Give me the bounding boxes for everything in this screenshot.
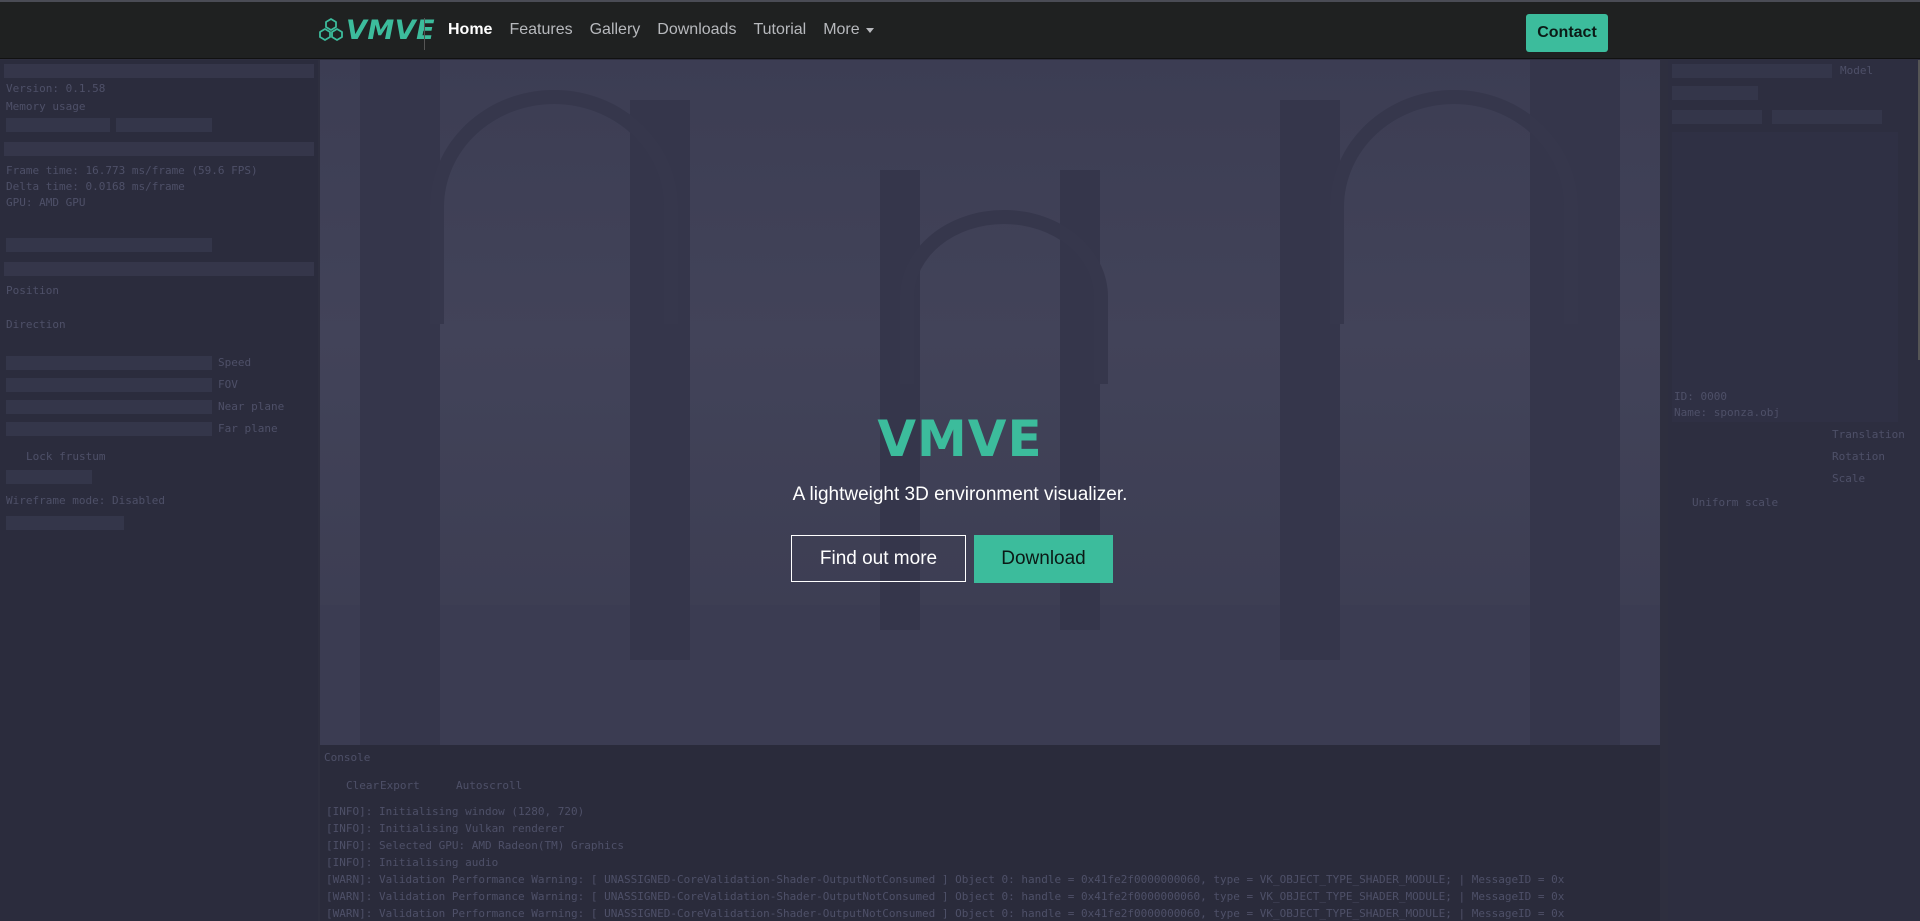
- memory-bar: [6, 118, 110, 132]
- hero-subtitle: A lightweight 3D environment visualizer.: [792, 484, 1128, 505]
- engine-button: [6, 470, 92, 484]
- nav-link-tutorial[interactable]: Tutorial: [753, 21, 806, 39]
- nav-link-gallery[interactable]: Gallery: [590, 21, 641, 39]
- console-clear-button: Clear: [346, 779, 380, 792]
- engine-frametime-text: Frame time: 16.773 ms/frame (59.6 FPS): [6, 164, 258, 177]
- viewport-arch: [900, 210, 1108, 384]
- speed-slider: [6, 356, 212, 370]
- model-id-text: ID: 0000: [1674, 390, 1727, 403]
- engine-button: [1772, 110, 1882, 124]
- find-out-more-button[interactable]: Find out more: [791, 535, 966, 582]
- engine-button: [1672, 110, 1762, 124]
- console-line: [INFO]: Initialising window (1280, 720): [326, 805, 585, 818]
- nav-link-downloads[interactable]: Downloads: [657, 21, 736, 39]
- engine-memory-text: Memory usage: [6, 100, 86, 113]
- cubes-icon: [319, 18, 343, 41]
- engine-version-text: Version: 0.1.58: [6, 82, 106, 95]
- engine-deltatime-text: Delta time: 0.0168 ms/frame: [6, 180, 185, 193]
- console-autoscroll-label: Autoscroll: [456, 779, 523, 792]
- navbar: VMVE Home Features Gallery Downloads Tut…: [0, 2, 1920, 59]
- engine-gpu-text: GPU: AMD GPU: [6, 196, 86, 209]
- brand-divider: [424, 18, 425, 50]
- panel-header-bar: [4, 64, 314, 78]
- camera-position-label: Position: [6, 284, 59, 297]
- contact-button[interactable]: Contact: [1526, 14, 1608, 52]
- chevron-down-icon: [865, 27, 874, 33]
- model-list: [1672, 132, 1898, 422]
- nav-more-label: More: [823, 21, 860, 38]
- panel-header-bar: [4, 262, 314, 276]
- hero-title: VMVE: [877, 410, 1043, 468]
- viewport-floor: [320, 605, 1660, 745]
- memory-bar-secondary: [116, 118, 212, 132]
- nav-link-home[interactable]: Home: [448, 21, 492, 39]
- console-line: [INFO]: Selected GPU: AMD Radeon(TM) Gra…: [326, 839, 625, 852]
- console-title: Console: [324, 751, 371, 764]
- nav-link-features[interactable]: Features: [509, 21, 572, 39]
- console-export-button: Export: [380, 779, 420, 792]
- engine-button: [1672, 86, 1758, 100]
- model-select: [1672, 64, 1832, 78]
- download-button[interactable]: Download: [974, 535, 1113, 583]
- console-line: [INFO]: Initialising Vulkan renderer: [326, 822, 565, 835]
- brand-name: VMVE: [346, 14, 436, 46]
- viewport-arch: [430, 90, 678, 324]
- fov-label: FOV: [218, 378, 238, 391]
- console-line: [WARN]: Validation Performance Warning: …: [326, 873, 1565, 886]
- console-line: [WARN]: Validation Performance Warning: …: [326, 907, 1565, 920]
- fov-slider: [6, 378, 212, 392]
- console-line: [WARN]: Validation Performance Warning: …: [326, 890, 1565, 903]
- console-line: [INFO]: Initialising audio: [326, 856, 499, 869]
- viewport-arch: [1330, 90, 1578, 324]
- buffer-mode-select: [6, 238, 212, 252]
- engine-console: Console Clear Export Autoscroll [INFO]: …: [320, 745, 1660, 921]
- model-label: Model: [1840, 64, 1874, 77]
- engine-button: [6, 516, 124, 530]
- viewport-pillar: [1280, 100, 1340, 660]
- camera-direction-label: Direction: [6, 318, 66, 331]
- panel-header-bar: [4, 142, 314, 156]
- nav-links: Home Features Gallery Downloads Tutorial…: [448, 21, 891, 39]
- speed-label: Speed: [218, 356, 252, 369]
- nav-more-dropdown[interactable]: More: [823, 21, 874, 39]
- brand-logo[interactable]: VMVE: [318, 14, 435, 46]
- viewport-pillar: [360, 60, 440, 745]
- 3d-viewport-backdrop: [320, 60, 1660, 745]
